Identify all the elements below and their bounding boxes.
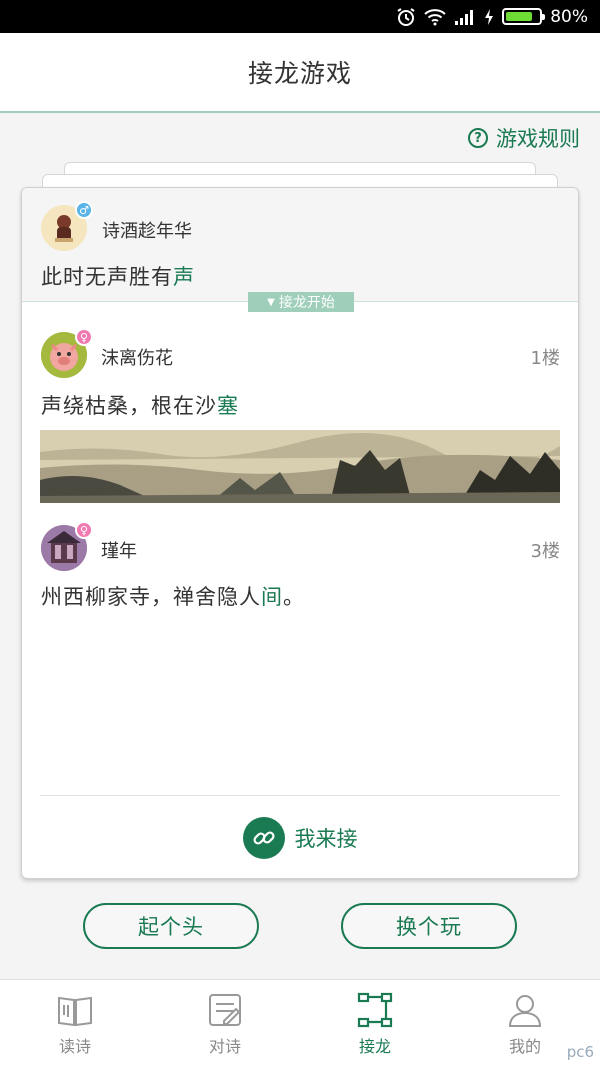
nav-item-duel[interactable]: 对诗 (150, 980, 300, 1067)
page-title: 接龙游戏 (0, 33, 600, 113)
verse-highlight: 塞 (217, 394, 239, 418)
battery-icon (502, 8, 546, 25)
status-bar: 80% (0, 0, 600, 33)
origin-username: 诗酒趁年华 (102, 221, 192, 242)
start-chain-button[interactable]: 起个头 (83, 903, 259, 949)
game-rules-label: 游戏规则 (496, 127, 580, 151)
chain-nodes-icon (357, 992, 393, 1027)
book-icon (58, 996, 92, 1026)
charging-icon (485, 8, 494, 25)
bottom-nav: 读诗 对诗 接龙 我的 (0, 979, 600, 1067)
battery-percent: 80% (550, 6, 588, 27)
alarm-icon (397, 7, 415, 26)
nav-label: 接龙 (358, 1036, 391, 1056)
avatar[interactable]: ♀ (41, 521, 93, 571)
signal-icon (455, 9, 474, 25)
nav-label: 对诗 (208, 1036, 241, 1056)
nav-item-read[interactable]: 读诗 (0, 980, 150, 1067)
chain-card: ♂ 诗酒趁年华 此时无声胜有声 ▼ 接龙开始 ♀ 沫离伤花 1楼 声绕枯桑，根在… (21, 187, 579, 879)
floor-number: 1楼 (530, 348, 560, 369)
user-icon (508, 994, 542, 1027)
avatar[interactable]: ♂ (41, 201, 93, 251)
floor-number: 3楼 (530, 541, 560, 562)
join-chain-label: 我来接 (294, 827, 358, 851)
male-icon: ♂ (75, 201, 93, 219)
chain-start-tag: ▼ 接龙开始 (248, 292, 354, 312)
origin-verse-section: ♂ 诗酒趁年华 此时无声胜有声 ▼ 接龙开始 (22, 188, 578, 312)
verse-highlight: 间 (261, 585, 283, 609)
reply-username: 瑾年 (101, 541, 137, 562)
female-icon: ♀ (75, 521, 93, 539)
nav-item-chain[interactable]: 接龙 (300, 980, 450, 1067)
verse-text: 声绕枯桑，根在沙 (41, 394, 217, 418)
verse-text: 州西柳家寺，禅舍隐人 (41, 585, 261, 609)
help-icon: ? (468, 128, 488, 148)
edit-icon (209, 993, 241, 1026)
origin-verse: 此时无声胜有声 (41, 261, 195, 291)
reply-username: 沫离伤花 (101, 348, 173, 369)
reply-verse: 声绕枯桑，根在沙塞 (41, 390, 239, 420)
chain-start-label: 接龙开始 (278, 295, 335, 311)
watermark: pc6 (566, 1043, 594, 1061)
join-chain-button[interactable]: 我来接 (22, 796, 578, 878)
landscape-painting-image[interactable] (40, 430, 560, 503)
wifi-icon (424, 8, 446, 25)
switch-chain-button[interactable]: 换个玩 (341, 903, 517, 949)
game-rules-link[interactable]: ? 游戏规则 (468, 124, 580, 152)
nav-label: 读诗 (58, 1036, 91, 1056)
verse-highlight: 声 (173, 265, 195, 289)
triangle-down-icon: ▼ (267, 296, 275, 308)
female-icon: ♀ (75, 328, 93, 346)
reply-verse: 州西柳家寺，禅舍隐人间。 (41, 581, 305, 611)
link-icon (242, 817, 285, 859)
verse-suffix: 。 (283, 585, 305, 609)
avatar[interactable]: ♀ (41, 328, 93, 378)
verse-text: 此时无声胜有 (41, 265, 173, 289)
nav-label: 我的 (508, 1036, 541, 1056)
